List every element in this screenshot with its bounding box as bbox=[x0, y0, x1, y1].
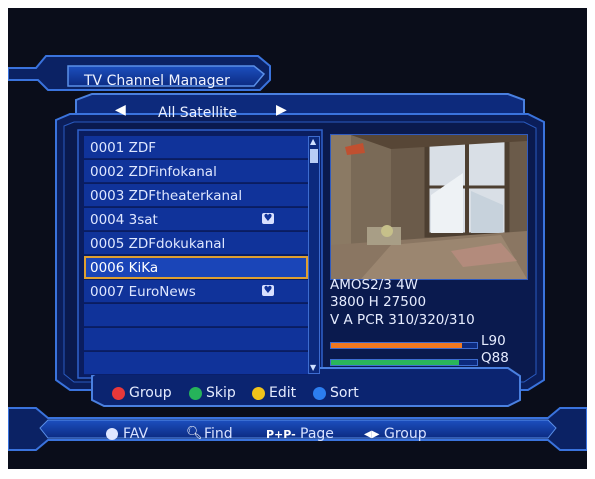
signal-quality-meter bbox=[330, 359, 478, 366]
legend-group-label[interactable]: Group bbox=[129, 386, 172, 400]
help-group-label[interactable]: Group bbox=[384, 427, 427, 441]
find-icon[interactable]: 🔍︎ bbox=[186, 427, 203, 440]
channel-label: 0003 ZDFtheaterkanal bbox=[90, 188, 243, 204]
signal-level-fill bbox=[331, 343, 463, 348]
info-pids: V A PCR 310/320/310 bbox=[330, 312, 475, 328]
favorite-heart-icon: ♥ bbox=[262, 285, 274, 296]
help-page-label[interactable]: Page bbox=[300, 427, 334, 441]
yellow-button-icon[interactable] bbox=[252, 387, 265, 400]
blue-button-icon[interactable] bbox=[313, 387, 326, 400]
legend-edit-label[interactable]: Edit bbox=[269, 386, 296, 400]
channel-row[interactable]: 0006 KiKa bbox=[84, 256, 308, 279]
channel-row[interactable]: 0003 ZDFtheaterkanal bbox=[84, 184, 308, 207]
info-satellite: AMOS2/3 4W bbox=[330, 277, 419, 293]
signal-level-meter bbox=[330, 342, 478, 349]
channel-row[interactable]: 0007 EuroNews ♥ bbox=[84, 280, 308, 303]
channel-list[interactable]: 0001 ZDF 0002 ZDFinfokanal 0003 ZDFtheater… bbox=[84, 136, 310, 376]
legend-skip-label[interactable]: Skip bbox=[206, 386, 236, 400]
page-title: TV Channel Manager bbox=[84, 73, 230, 89]
video-preview bbox=[330, 134, 528, 280]
group-key-icon[interactable]: ◀▶ bbox=[364, 430, 379, 440]
green-button-icon[interactable] bbox=[189, 387, 202, 400]
channel-list-scrollbar[interactable]: ▲ ▼ bbox=[308, 136, 320, 374]
scroll-up-arrow-icon[interactable]: ▲ bbox=[310, 138, 316, 146]
channel-label: 0007 EuroNews bbox=[90, 284, 196, 300]
channel-row[interactable]: 0004 3sat ♥ bbox=[84, 208, 308, 231]
channel-label: 0004 3sat bbox=[90, 212, 158, 228]
scroll-thumb[interactable] bbox=[310, 149, 318, 163]
channel-label: 0005 ZDFdokukanal bbox=[90, 236, 226, 252]
channel-label: 0006 KiKa bbox=[90, 260, 159, 276]
signal-quality-label: Q88 bbox=[481, 350, 509, 366]
channel-row-empty[interactable] bbox=[84, 328, 308, 351]
page-key-icon[interactable]: P+P- bbox=[266, 429, 296, 440]
red-button-icon[interactable] bbox=[112, 387, 125, 400]
scroll-down-arrow-icon[interactable]: ▼ bbox=[310, 364, 316, 372]
tv-screen: TV Channel Manager ◀ All Satellite ▶ 000… bbox=[8, 8, 587, 469]
satellite-next-arrow-icon[interactable]: ▶ bbox=[276, 103, 287, 117]
channel-label: 0001 ZDF bbox=[90, 140, 157, 156]
channel-row[interactable]: 0001 ZDF bbox=[84, 136, 308, 159]
help-find-label[interactable]: Find bbox=[204, 427, 233, 441]
channel-row[interactable]: 0005 ZDFdokukanal bbox=[84, 232, 308, 255]
channel-row[interactable]: 0002 ZDFinfokanal bbox=[84, 160, 308, 183]
help-fav-label[interactable]: FAV bbox=[123, 427, 148, 441]
signal-quality-fill bbox=[331, 360, 460, 365]
satellite-prev-arrow-icon[interactable]: ◀ bbox=[115, 103, 126, 117]
legend-sort-label[interactable]: Sort bbox=[330, 386, 359, 400]
info-transponder: 3800 H 27500 bbox=[330, 294, 427, 310]
channel-label: 0002 ZDFinfokanal bbox=[90, 164, 217, 180]
signal-level-label: L90 bbox=[481, 333, 506, 349]
channel-row-empty[interactable] bbox=[84, 352, 308, 375]
channel-row-empty[interactable] bbox=[84, 304, 308, 327]
favorite-heart-icon: ♥ bbox=[262, 213, 274, 224]
satellite-name[interactable]: All Satellite bbox=[158, 106, 237, 120]
fav-button-icon[interactable] bbox=[106, 428, 118, 440]
